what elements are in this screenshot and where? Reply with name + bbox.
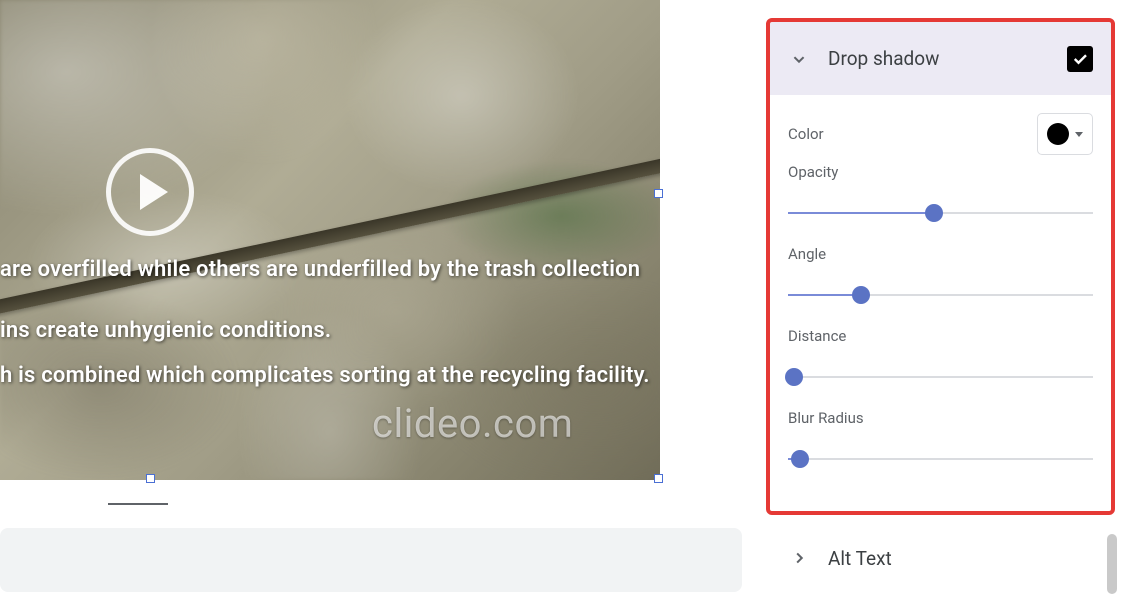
blur-group: Blur Radius: [788, 409, 1093, 469]
dropdown-caret-icon: [1075, 132, 1083, 137]
opacity-label: Opacity: [788, 163, 1093, 181]
slider-fill: [788, 212, 934, 214]
distance-label: Distance: [788, 327, 1093, 345]
play-icon: [140, 174, 168, 210]
timeline-marker: [108, 503, 168, 505]
slider-track: [788, 458, 1093, 460]
canvas-area: are overfilled while others are underfil…: [0, 0, 760, 601]
slider-track: [788, 376, 1093, 378]
speaker-notes-bar[interactable]: [0, 528, 742, 592]
slider-thumb[interactable]: [925, 204, 943, 222]
alt-text-section[interactable]: Alt Text: [770, 532, 1111, 584]
caption-line-2: ins create unhygienic conditions.: [0, 318, 331, 343]
play-button[interactable]: [106, 148, 194, 236]
angle-label: Angle: [788, 245, 1093, 263]
video-element[interactable]: are overfilled while others are underfil…: [0, 0, 660, 480]
drop-shadow-checkbox[interactable]: [1067, 46, 1093, 72]
distance-group: Distance: [788, 327, 1093, 387]
distance-slider[interactable]: [788, 367, 1093, 387]
color-label: Color: [788, 125, 824, 143]
opacity-slider[interactable]: [788, 203, 1093, 223]
format-sidebar: Drop shadow Color Opacity: [762, 0, 1119, 601]
color-swatch: [1047, 123, 1069, 145]
angle-group: Angle: [788, 245, 1093, 305]
sidebar-scrollbar[interactable]: [1107, 534, 1117, 594]
chevron-down-icon: [788, 48, 810, 70]
blur-label: Blur Radius: [788, 409, 1093, 427]
slider-fill: [788, 294, 861, 296]
selection-handle-bottom[interactable]: [146, 474, 155, 483]
selection-handle-bottom-right[interactable]: [654, 474, 663, 483]
drop-shadow-body: Color Opacity Angle: [770, 95, 1111, 485]
color-picker[interactable]: [1037, 113, 1093, 155]
blur-slider[interactable]: [788, 449, 1093, 469]
watermark-text: clideo.com: [372, 400, 573, 447]
slider-thumb[interactable]: [791, 450, 809, 468]
drop-shadow-panel: Drop shadow Color Opacity: [770, 22, 1111, 485]
slider-thumb[interactable]: [785, 368, 803, 386]
chevron-right-icon: [788, 547, 810, 569]
color-row: Color: [788, 113, 1093, 155]
selection-handle-right[interactable]: [654, 189, 663, 198]
slider-thumb[interactable]: [852, 286, 870, 304]
opacity-group: Opacity: [788, 163, 1093, 223]
drop-shadow-header[interactable]: Drop shadow: [770, 22, 1111, 95]
caption-line-3: h is combined which complicates sorting …: [0, 363, 650, 388]
caption-line-1: are overfilled while others are underfil…: [0, 257, 640, 282]
angle-slider[interactable]: [788, 285, 1093, 305]
drop-shadow-title: Drop shadow: [828, 47, 1049, 70]
alt-text-title: Alt Text: [828, 547, 1093, 570]
